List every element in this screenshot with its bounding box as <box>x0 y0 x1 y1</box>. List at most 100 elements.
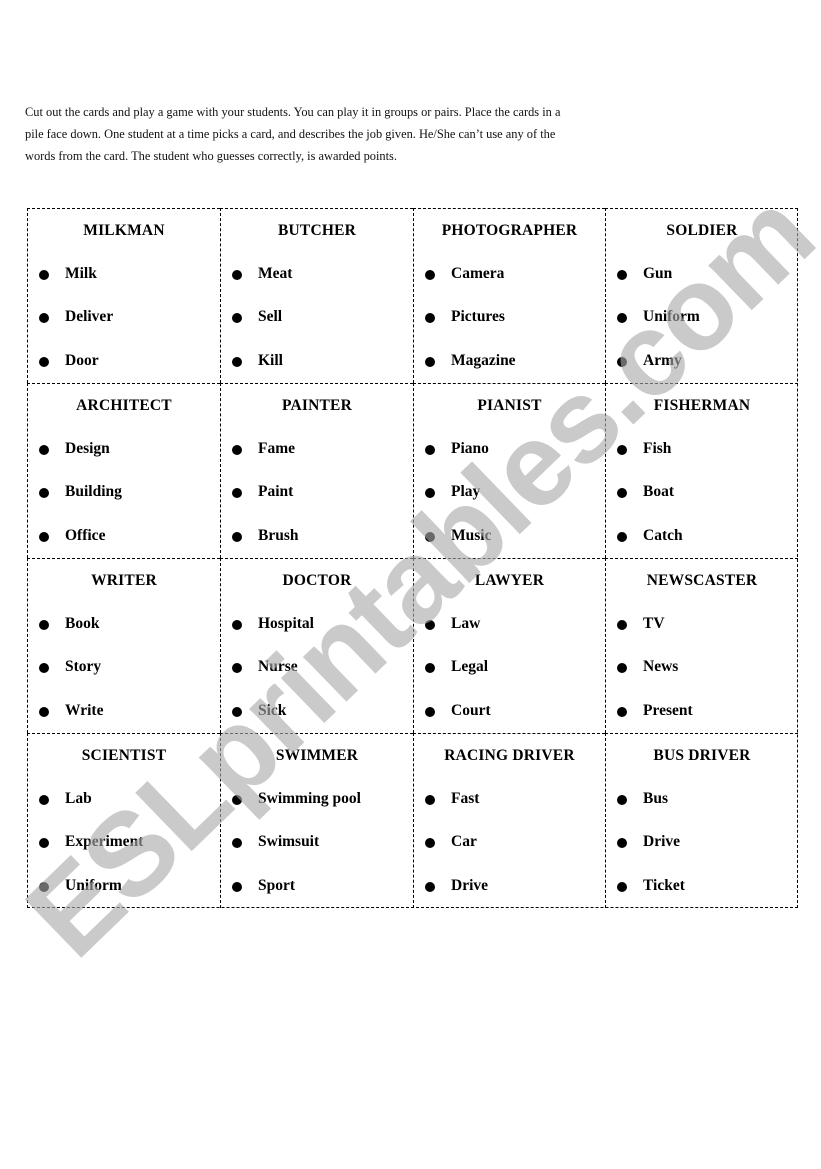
bullet-icon <box>39 488 49 498</box>
taboo-word: Office <box>28 527 220 547</box>
instructions-line: pile face down. One student at a time pi… <box>25 127 556 141</box>
bullet-icon <box>232 882 242 892</box>
taboo-word: Deliver <box>28 308 220 328</box>
taboo-word: Experiment <box>28 833 220 853</box>
taboo-word: Milk <box>28 265 220 285</box>
word-text: TV <box>643 615 665 632</box>
instructions-line: Cut out the cards and play a game with y… <box>25 105 561 119</box>
taboo-word: Bus <box>606 790 798 810</box>
card-title: WRITER <box>91 572 157 589</box>
card-title: PIANIST <box>477 397 542 414</box>
word-text: Fast <box>451 790 480 807</box>
word-text: Gun <box>643 265 673 282</box>
bullet-icon <box>425 620 435 630</box>
taboo-word: Brush <box>221 527 413 547</box>
word-text: Deliver <box>65 308 114 325</box>
word-text: Brush <box>258 527 299 544</box>
bullet-icon <box>425 882 435 892</box>
word-text: Music <box>451 527 492 544</box>
word-text: Door <box>65 352 99 369</box>
instructions-line: words from the card. The student who gue… <box>25 149 397 163</box>
taboo-word: Music <box>414 527 605 547</box>
job-card: SOLDIER Gun Uniform Army <box>605 208 798 383</box>
job-card: PHOTOGRAPHER Camera Pictures Magazine <box>413 208 605 383</box>
taboo-word: Book <box>28 615 220 635</box>
bullet-icon <box>617 882 627 892</box>
taboo-word: News <box>606 658 798 678</box>
word-text: Sick <box>258 702 287 719</box>
card-title: DOCTOR <box>282 572 352 589</box>
taboo-word: Fame <box>221 440 413 460</box>
word-text: Sport <box>258 877 296 894</box>
word-text: Kill <box>258 352 283 369</box>
bullet-icon <box>232 488 242 498</box>
card-title: SOLDIER <box>666 222 738 239</box>
word-text: Court <box>451 702 491 719</box>
card-title: ARCHITECT <box>76 397 172 414</box>
word-text: Drive <box>451 877 489 894</box>
bullet-icon <box>39 882 49 892</box>
word-text: Ticket <box>643 877 685 894</box>
bullet-icon <box>39 620 49 630</box>
bullet-icon <box>39 445 49 455</box>
card-title: PAINTER <box>281 397 352 414</box>
word-text: Fish <box>643 440 672 457</box>
bullet-icon <box>617 270 627 280</box>
taboo-word: Army <box>606 352 798 372</box>
taboo-word: Law <box>414 615 605 635</box>
card-title: BUTCHER <box>277 222 357 239</box>
bullet-icon <box>232 707 242 717</box>
bullet-icon <box>39 795 49 805</box>
bullet-icon <box>39 270 49 280</box>
taboo-word: Write <box>28 702 220 722</box>
bullet-icon <box>425 795 435 805</box>
word-text: Building <box>65 483 122 500</box>
word-text: Uniform <box>65 877 122 894</box>
job-card: ARCHITECT Design Building Office <box>27 383 220 558</box>
job-card: LAWYER Law Legal Court <box>413 558 605 733</box>
taboo-word: Design <box>28 440 220 460</box>
taboo-word: Pictures <box>414 308 605 328</box>
job-card: BUTCHER Meat Sell Kill <box>220 208 413 383</box>
taboo-word: Sport <box>221 877 413 897</box>
bullet-icon <box>425 838 435 848</box>
taboo-word: Fish <box>606 440 798 460</box>
word-text: Magazine <box>451 352 516 369</box>
instructions: Cut out the cards and play a game with y… <box>25 101 705 167</box>
taboo-word: Magazine <box>414 352 605 372</box>
bullet-icon <box>39 838 49 848</box>
bullet-icon <box>617 445 627 455</box>
word-text: Camera <box>451 265 505 282</box>
word-text: Book <box>65 615 100 632</box>
taboo-word: Swimming pool <box>221 790 413 810</box>
bullet-icon <box>39 313 49 323</box>
taboo-word: Drive <box>414 877 605 897</box>
word-text: Law <box>451 615 481 632</box>
taboo-word: Present <box>606 702 798 722</box>
word-text: Car <box>451 833 477 850</box>
card-title: BUS DRIVER <box>653 747 751 764</box>
taboo-word: Piano <box>414 440 605 460</box>
word-text: Hospital <box>258 615 314 632</box>
bullet-icon <box>232 663 242 673</box>
bullet-icon <box>425 313 435 323</box>
bullet-icon <box>617 838 627 848</box>
taboo-word: Uniform <box>606 308 798 328</box>
taboo-word: Sick <box>221 702 413 722</box>
word-text: Paint <box>258 483 294 500</box>
bullet-icon <box>617 795 627 805</box>
taboo-word: Uniform <box>28 877 220 897</box>
bullet-icon <box>617 707 627 717</box>
job-card: NEWSCASTER TV News Present <box>605 558 798 733</box>
bullet-icon <box>617 532 627 542</box>
word-text: Milk <box>65 265 97 282</box>
card-title: NEWSCASTER <box>646 572 758 589</box>
word-text: Play <box>451 483 481 500</box>
bullet-icon <box>617 663 627 673</box>
job-card: PIANIST Piano Play Music <box>413 383 605 558</box>
taboo-word: Fast <box>414 790 605 810</box>
taboo-word: Sell <box>221 308 413 328</box>
card-title: MILKMAN <box>83 222 165 239</box>
card-title: SCIENTIST <box>81 747 167 764</box>
bullet-icon <box>425 707 435 717</box>
